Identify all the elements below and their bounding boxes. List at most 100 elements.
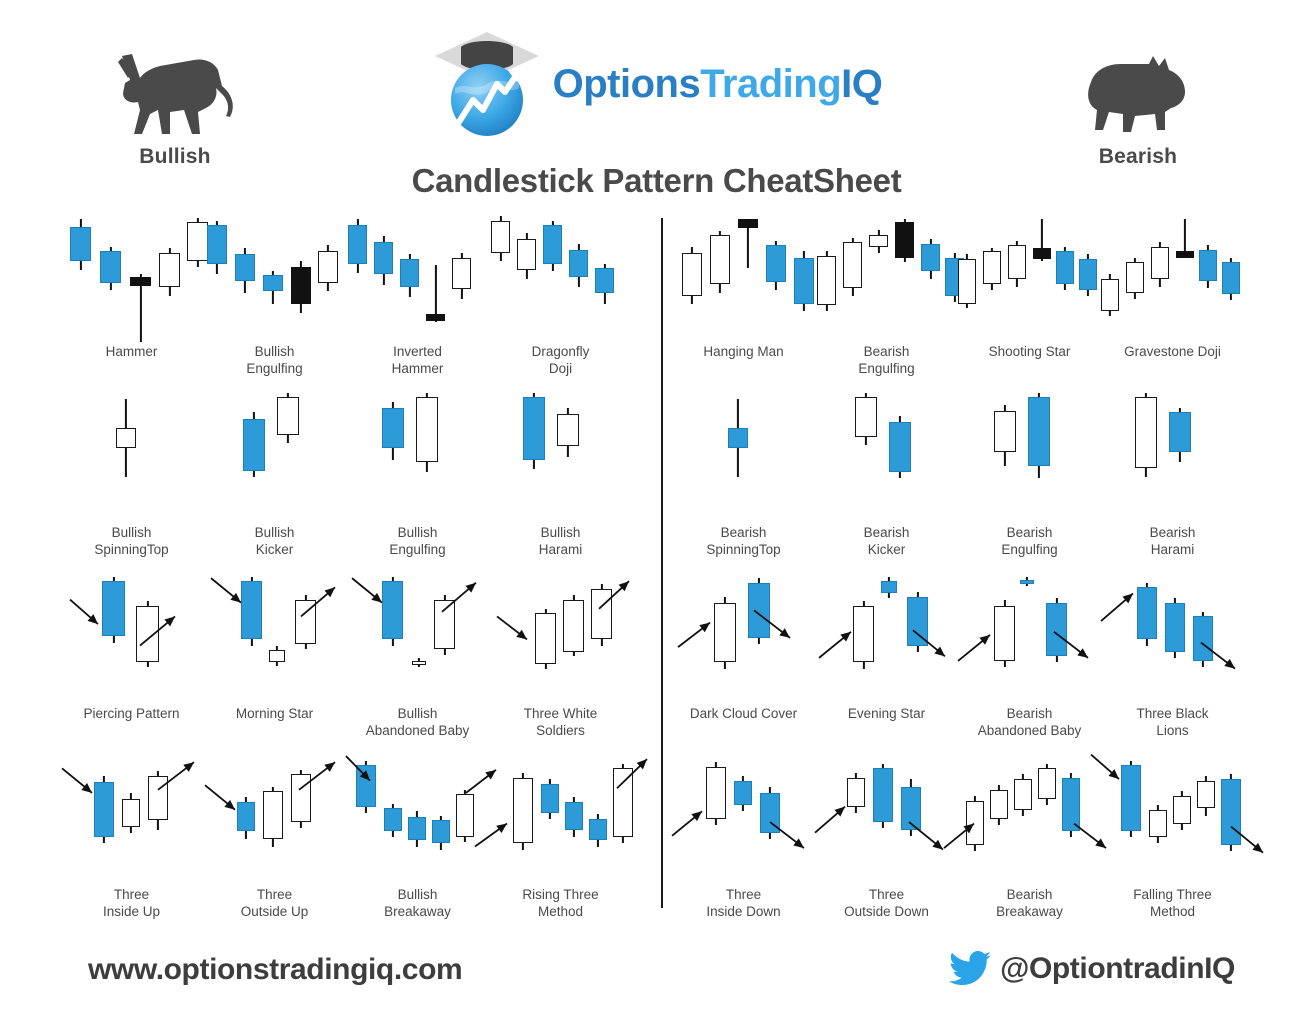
pattern-chart [815, 210, 964, 348]
candle [682, 210, 702, 348]
candle-body [843, 242, 862, 289]
pattern-cell: Bearish Engulfing [815, 210, 964, 391]
website-url[interactable]: www.optionstradingiq.com [88, 953, 463, 987]
candle [1033, 210, 1051, 348]
candle-body [869, 234, 888, 247]
candle-body [1028, 397, 1050, 467]
pattern-label: Morning Star [235, 706, 314, 721]
candle-body [491, 220, 510, 253]
pattern-cell: Bearish Kicker [815, 391, 958, 572]
pattern-chart [672, 391, 815, 529]
pattern-cell: Bullish Engulfing [346, 391, 489, 572]
candle [235, 210, 255, 348]
pattern-label: Bearish Abandoned Baby [977, 706, 1082, 738]
candle [766, 210, 786, 348]
pattern-chart [474, 753, 648, 891]
pattern-chart [60, 572, 203, 710]
brand-part-iq: IQ [841, 62, 883, 106]
pattern-cell: Three Inside Up [60, 753, 203, 934]
candle-body [382, 407, 404, 448]
uptrend-arrow-icon [598, 580, 630, 610]
pattern-cell: Hanging Man [672, 210, 815, 391]
pattern-cell: Bullish Harami [489, 391, 632, 572]
pattern-chart [815, 572, 958, 710]
candle [958, 210, 976, 348]
downtrend-arrow-icon [1053, 631, 1089, 659]
pattern-cell: Bullish Abandoned Baby [346, 572, 489, 753]
pattern-label: Bullish Kicker [254, 525, 295, 557]
candle [895, 210, 914, 348]
candle-body [738, 219, 758, 229]
candle [100, 210, 121, 348]
candle-body [116, 427, 136, 448]
pattern-chart [672, 210, 815, 348]
candle-body [277, 397, 299, 436]
uptrend-arrow-icon [300, 586, 336, 618]
graduation-cap-globe-logo-icon [434, 32, 539, 136]
candle [1151, 210, 1169, 348]
pattern-cell: Bullish Breakaway [345, 753, 497, 934]
pattern-row: Dark Cloud Cover Evening Star Bearish Aban… [672, 572, 1272, 753]
candle [374, 210, 393, 348]
pattern-chart [958, 210, 1101, 348]
bear-silhouette-icon [1088, 56, 1185, 132]
candle [491, 210, 510, 348]
candle [869, 210, 888, 348]
pattern-chart [672, 572, 815, 710]
candle-body [207, 225, 227, 264]
downtrend-arrow-icon [912, 629, 946, 658]
pattern-cell: Three Black Lions [1100, 572, 1244, 753]
candle [1028, 391, 1050, 529]
candle-body [263, 275, 283, 292]
candle-body [1033, 248, 1051, 260]
bullish-section: Hammer Bullish Engulfing Inverted Hammer Dr… [60, 210, 660, 934]
pattern-chart [60, 391, 203, 529]
pattern-cell: Three Outside Down [814, 753, 958, 934]
candle [817, 210, 836, 348]
candle [1222, 210, 1240, 348]
pattern-row: Three Inside Down Three Outside Down Beari… [671, 753, 1272, 934]
candle [159, 210, 180, 348]
pattern-label: Bearish Kicker [863, 525, 910, 557]
pattern-label: Dragonfly Doji [531, 344, 590, 376]
candle [1079, 210, 1097, 348]
candle [291, 210, 311, 348]
pattern-chart [958, 391, 1101, 529]
brand-part-trading: Trading [700, 62, 842, 106]
candle [1135, 391, 1157, 529]
candle [1126, 210, 1144, 348]
candle-body [1169, 412, 1191, 453]
pattern-label: Evening Star [847, 706, 926, 721]
candle-body [595, 268, 614, 293]
pattern-label: Three Inside Up [102, 887, 161, 919]
candle [400, 210, 419, 348]
pattern-label: Bullish Engulfing [389, 525, 446, 557]
candle-body [130, 277, 151, 286]
candle-body [1056, 251, 1074, 284]
pattern-cell: Bullish Kicker [203, 391, 346, 572]
twitter-group[interactable]: @OptiontradinIQ [949, 951, 1235, 987]
downtrend-arrow-icon [753, 609, 791, 639]
candle [348, 210, 367, 348]
pattern-label: Bullish Breakaway [384, 887, 451, 919]
footer: www.optionstradingiq.com @OptiontradinIQ [0, 935, 1313, 1034]
candle-body [1126, 262, 1144, 293]
pattern-cell: Bullish SpinningTop [60, 391, 203, 572]
candle [1056, 210, 1074, 348]
candle [843, 210, 862, 348]
candle-body [1135, 397, 1157, 468]
candle [130, 210, 151, 348]
downtrend-arrow-icon [769, 821, 805, 849]
candle-body [728, 427, 748, 448]
pattern-label: Bullish SpinningTop [94, 525, 169, 557]
pattern-label: Three Outside Down [844, 887, 929, 919]
pattern-chart [957, 572, 1101, 710]
candle-body [523, 397, 545, 460]
pattern-cell: Bearish Breakaway [943, 753, 1107, 934]
candle-body [855, 397, 877, 437]
pattern-cell: Bullish Engulfing [203, 210, 346, 391]
candle [710, 210, 730, 348]
candle-body [517, 239, 536, 270]
pattern-label: Bullish Abandoned Baby [365, 706, 470, 738]
candle [994, 391, 1016, 529]
